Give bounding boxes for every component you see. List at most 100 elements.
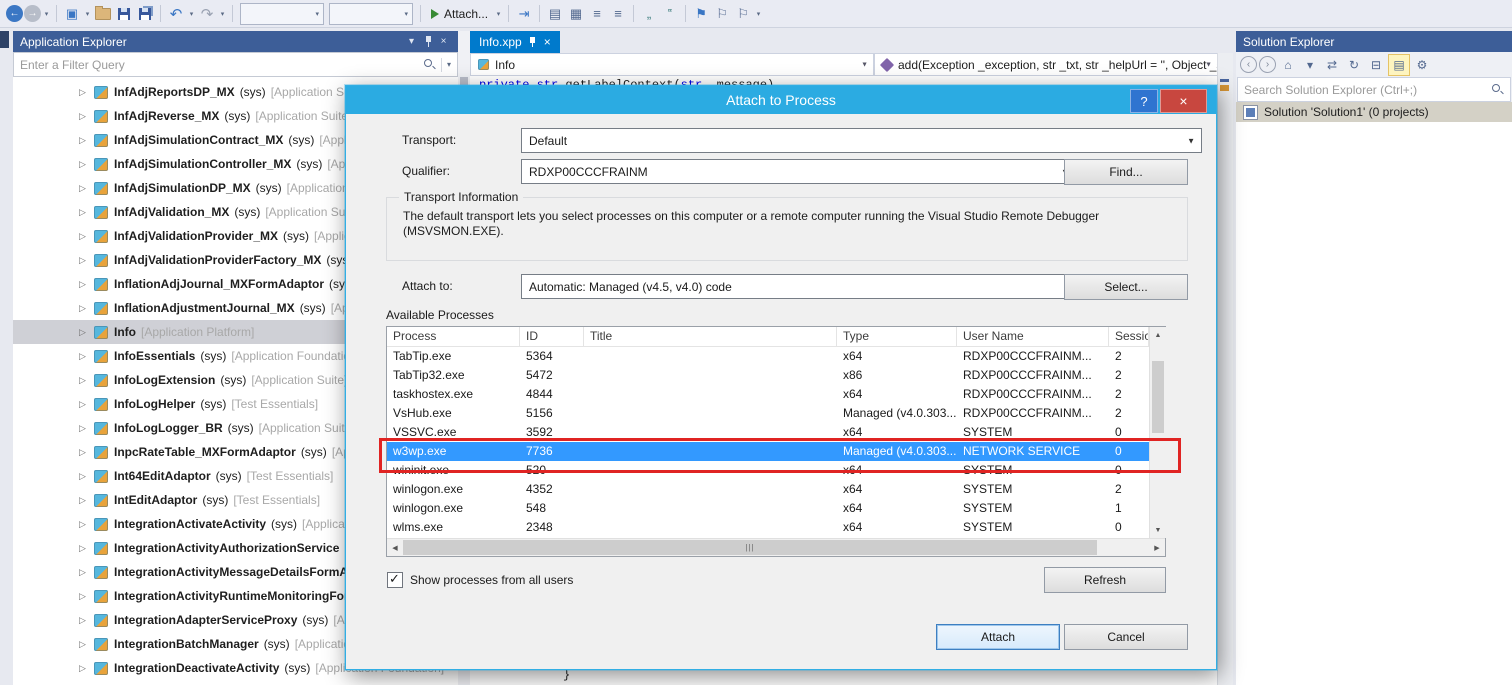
attach-options-dropdown-icon[interactable]: ▾ <box>494 4 503 24</box>
process-row[interactable]: wlms.exe2348x64SYSTEM0 <box>387 518 1149 537</box>
uncomment-icon[interactable]: ‟ <box>660 4 680 24</box>
expander-icon[interactable] <box>79 183 94 194</box>
close-button[interactable]: × <box>1160 89 1207 113</box>
qualifier-combo[interactable]: RDXP00CCCFRAINM <box>521 159 1076 184</box>
expander-icon[interactable] <box>79 447 94 458</box>
transport-dropdown[interactable]: Default <box>521 128 1202 153</box>
expander-icon[interactable] <box>79 255 94 266</box>
process-row[interactable]: winlogon.exe548x64SYSTEM1 <box>387 499 1149 518</box>
expander-icon[interactable] <box>79 351 94 362</box>
types-dropdown[interactable]: Info <box>470 53 874 76</box>
bookmarks-dropdown[interactable]: ▾ <box>754 4 763 24</box>
new-element-dropdown[interactable]: ▾ <box>83 4 92 24</box>
column-header-user-name[interactable]: User Name <box>957 327 1109 347</box>
indent-increase-icon[interactable]: ≡ <box>608 4 628 24</box>
attach-button[interactable]: Attach <box>936 624 1060 650</box>
find-button[interactable]: Find... <box>1064 159 1188 185</box>
expander-icon[interactable] <box>79 663 94 674</box>
process-row[interactable]: TabTip.exe5364x64RDXP00CCCFRAINM...2 <box>387 347 1149 366</box>
expander-icon[interactable] <box>79 231 94 242</box>
expander-icon[interactable] <box>79 207 94 218</box>
process-row[interactable]: taskhostex.exe4844x64RDXP00CCCFRAINM...2 <box>387 385 1149 404</box>
indent-decrease-icon[interactable]: ≡ <box>587 4 607 24</box>
expander-icon[interactable] <box>79 87 94 98</box>
show-all-files-icon[interactable]: ▤ <box>1388 54 1410 76</box>
navigate-backward-icon[interactable]: ← <box>6 5 23 22</box>
process-row[interactable]: w3wp.exe7736Managed (v4.0.303...NETWORK … <box>387 442 1149 461</box>
scroll-track[interactable] <box>1097 539 1149 556</box>
pin-icon[interactable] <box>529 36 537 48</box>
expander-icon[interactable] <box>79 279 94 290</box>
undo-dropdown[interactable]: ▾ <box>187 4 196 24</box>
expander-icon[interactable] <box>79 495 94 506</box>
expander-icon[interactable] <box>79 639 94 650</box>
next-bookmark-icon[interactable]: ⚐ <box>733 4 753 24</box>
undo-icon[interactable]: ↶ <box>166 4 186 24</box>
expander-icon[interactable] <box>79 375 94 386</box>
column-header-process[interactable]: Process <box>387 327 520 347</box>
select-button[interactable]: Select... <box>1064 274 1188 300</box>
expander-icon[interactable] <box>79 159 94 170</box>
breakpoints-window-icon[interactable]: ▦ <box>566 4 586 24</box>
scroll-right-icon[interactable] <box>1149 540 1165 556</box>
attach-run-button[interactable]: Attach... <box>426 3 493 25</box>
checkbox-icon[interactable] <box>387 572 403 588</box>
search-icon[interactable] <box>423 58 436 71</box>
expander-icon[interactable] <box>79 471 94 482</box>
column-header-title[interactable]: Title <box>584 327 837 347</box>
scroll-thumb[interactable] <box>1152 361 1164 433</box>
output-window-icon[interactable]: ▤ <box>545 4 565 24</box>
scroll-down-icon[interactable] <box>1150 522 1166 538</box>
scroll-thumb[interactable] <box>403 540 1097 555</box>
expander-icon[interactable] <box>79 135 94 146</box>
properties-icon[interactable]: ⚙ <box>1412 55 1432 75</box>
navigate-forward-icon[interactable]: › <box>1259 56 1276 73</box>
process-row[interactable]: winlogon.exe4352x64SYSTEM2 <box>387 480 1149 499</box>
window-position-dropdown-icon[interactable]: ▾ <box>404 36 419 47</box>
scroll-track[interactable] <box>1150 343 1166 522</box>
previous-bookmark-icon[interactable]: ⚐ <box>712 4 732 24</box>
solution-platform-combo[interactable]: ▾ <box>329 3 413 25</box>
solution-search-box[interactable]: Search Solution Explorer (Ctrl+;) <box>1237 77 1511 102</box>
filter-dropdown-icon[interactable]: ▾ <box>447 60 451 69</box>
expander-icon[interactable] <box>79 615 94 626</box>
members-dropdown[interactable]: add(Exception _exception, str _txt, str … <box>874 53 1218 76</box>
home-icon[interactable]: ⌂ <box>1278 55 1298 75</box>
editor-scrollbar[interactable] <box>1217 53 1233 685</box>
new-element-icon[interactable]: ▣ <box>62 4 82 24</box>
debug-target-combo[interactable]: ▾ <box>240 3 324 25</box>
cancel-button[interactable]: Cancel <box>1064 624 1188 650</box>
autohide-tab[interactable] <box>0 31 9 48</box>
save-icon[interactable] <box>114 4 134 24</box>
column-header-id[interactable]: ID <box>520 327 584 347</box>
table-vertical-scrollbar[interactable] <box>1149 327 1166 538</box>
expander-icon[interactable] <box>79 399 94 410</box>
expander-icon[interactable] <box>79 591 94 602</box>
bookmark-icon[interactable]: ⚑ <box>691 4 711 24</box>
filter-input[interactable]: Enter a Filter Query <box>20 58 418 72</box>
close-icon[interactable]: × <box>544 35 551 49</box>
tab-info-xpp[interactable]: Info.xpp × <box>470 31 560 53</box>
switch-views-dropdown[interactable]: ▾ <box>1300 55 1320 75</box>
comment-icon[interactable]: „ <box>639 4 659 24</box>
show-all-users-checkbox[interactable]: Show processes from all users <box>387 572 573 588</box>
column-header-session[interactable]: Session <box>1109 327 1149 347</box>
scroll-left-icon[interactable] <box>387 540 403 556</box>
attach-to-field[interactable]: Automatic: Managed (v4.5, v4.0) code <box>521 274 1076 299</box>
close-icon[interactable]: × <box>436 36 451 47</box>
navigate-forward-icon[interactable]: → <box>24 5 41 22</box>
table-horizontal-scrollbar[interactable] <box>387 538 1165 556</box>
sync-with-active-document-icon[interactable]: ↻ <box>1344 55 1364 75</box>
expander-icon[interactable] <box>79 519 94 530</box>
navigation-dropdown[interactable]: ▾ <box>42 4 51 24</box>
pin-icon[interactable] <box>424 35 433 48</box>
pending-changes-filter-icon[interactable]: ⇄ <box>1322 55 1342 75</box>
expander-icon[interactable] <box>79 543 94 554</box>
expander-icon[interactable] <box>79 423 94 434</box>
expander-icon[interactable] <box>79 327 94 338</box>
expander-icon[interactable] <box>79 567 94 578</box>
refresh-button[interactable]: Refresh <box>1044 567 1166 593</box>
process-row[interactable]: VsHub.exe5156Managed (v4.0.303...RDXP00C… <box>387 404 1149 423</box>
redo-dropdown[interactable]: ▾ <box>218 4 227 24</box>
dialog-titlebar[interactable]: Attach to Process ? × <box>346 86 1216 114</box>
